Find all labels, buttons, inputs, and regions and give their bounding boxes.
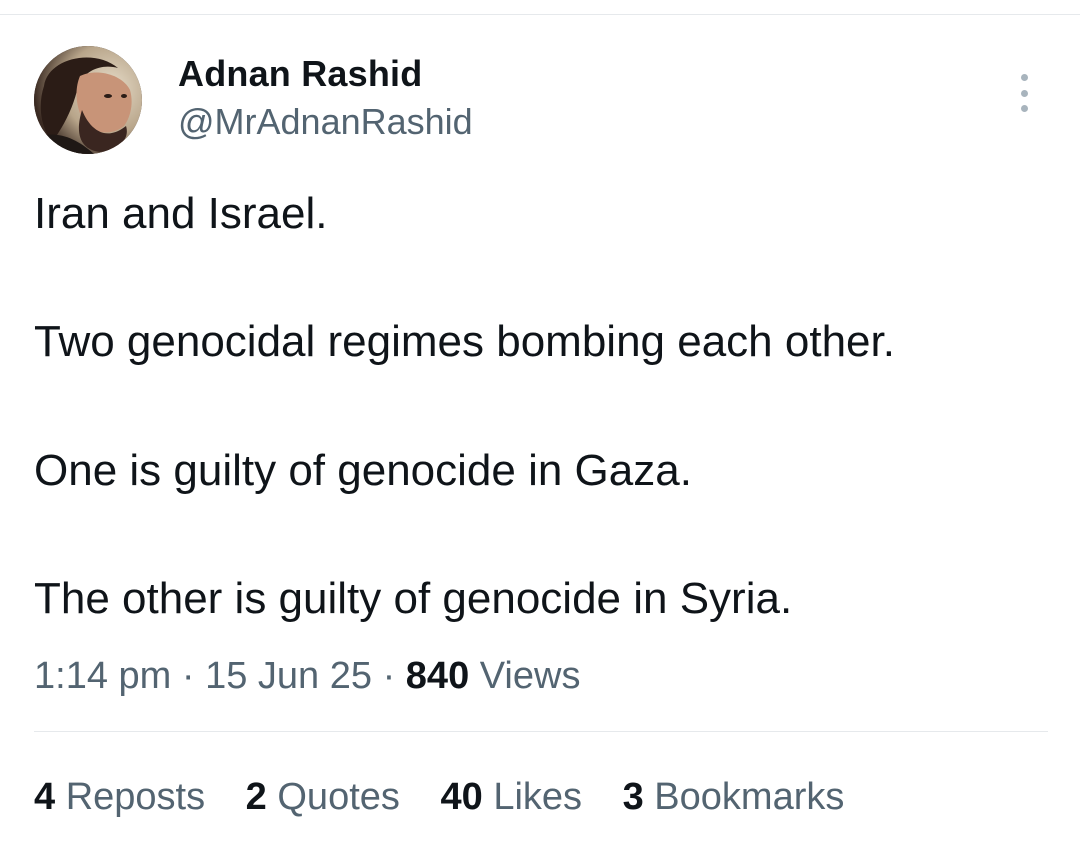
- quotes-count: 2: [245, 776, 267, 818]
- reposts-stat[interactable]: 4 Reposts: [34, 773, 205, 821]
- avatar-image: [34, 46, 142, 154]
- likes-label: Likes: [493, 776, 583, 818]
- quotes-label: Quotes: [277, 776, 400, 818]
- views-label: Views: [479, 655, 581, 697]
- author-display-name[interactable]: Adnan Rashid: [178, 52, 473, 96]
- more-options-icon: [1020, 74, 1028, 81]
- stats-divider: [34, 731, 1048, 732]
- reposts-label: Reposts: [65, 776, 206, 818]
- meta-separator: ·: [181, 655, 195, 697]
- bookmarks-stat[interactable]: 3 Bookmarks: [623, 773, 845, 821]
- quotes-stat[interactable]: 2 Quotes: [246, 773, 400, 821]
- tweet-date[interactable]: 15 Jun 25: [205, 655, 372, 697]
- bookmarks-label: Bookmarks: [654, 776, 845, 818]
- reposts-count: 4: [34, 776, 56, 818]
- more-options-button[interactable]: [1010, 72, 1038, 114]
- author-handle[interactable]: @MrAdnanRashid: [178, 100, 473, 144]
- likes-stat[interactable]: 40 Likes: [440, 773, 582, 821]
- tweet-text-line: Two genocidal regimes bombing each other…: [34, 317, 895, 366]
- engagement-stats: 4 Reposts 2 Quotes 40 Likes 3 Bookmarks: [34, 773, 874, 821]
- likes-count: 40: [440, 776, 483, 818]
- tweet-text-line: Iran and Israel.: [34, 189, 328, 238]
- tweet-text-line: One is guilty of genocide in Gaza.: [34, 446, 692, 495]
- more-options-icon-dot: [1020, 105, 1028, 112]
- tweet-text-line: The other is guilty of genocide in Syria…: [34, 574, 793, 623]
- top-divider: [0, 14, 1080, 15]
- avatar[interactable]: [34, 46, 142, 154]
- tweet-time[interactable]: 1:14 pm: [34, 655, 171, 697]
- more-options-icon-dot: [1020, 89, 1028, 97]
- tweet-meta: 1:14 pm · 15 Jun 25 · 840 Views: [34, 652, 580, 700]
- views-count: 840: [405, 655, 470, 697]
- meta-separator: ·: [382, 655, 396, 697]
- author-block: Adnan Rashid @MrAdnanRashid: [178, 52, 473, 144]
- bookmarks-count: 3: [622, 776, 644, 818]
